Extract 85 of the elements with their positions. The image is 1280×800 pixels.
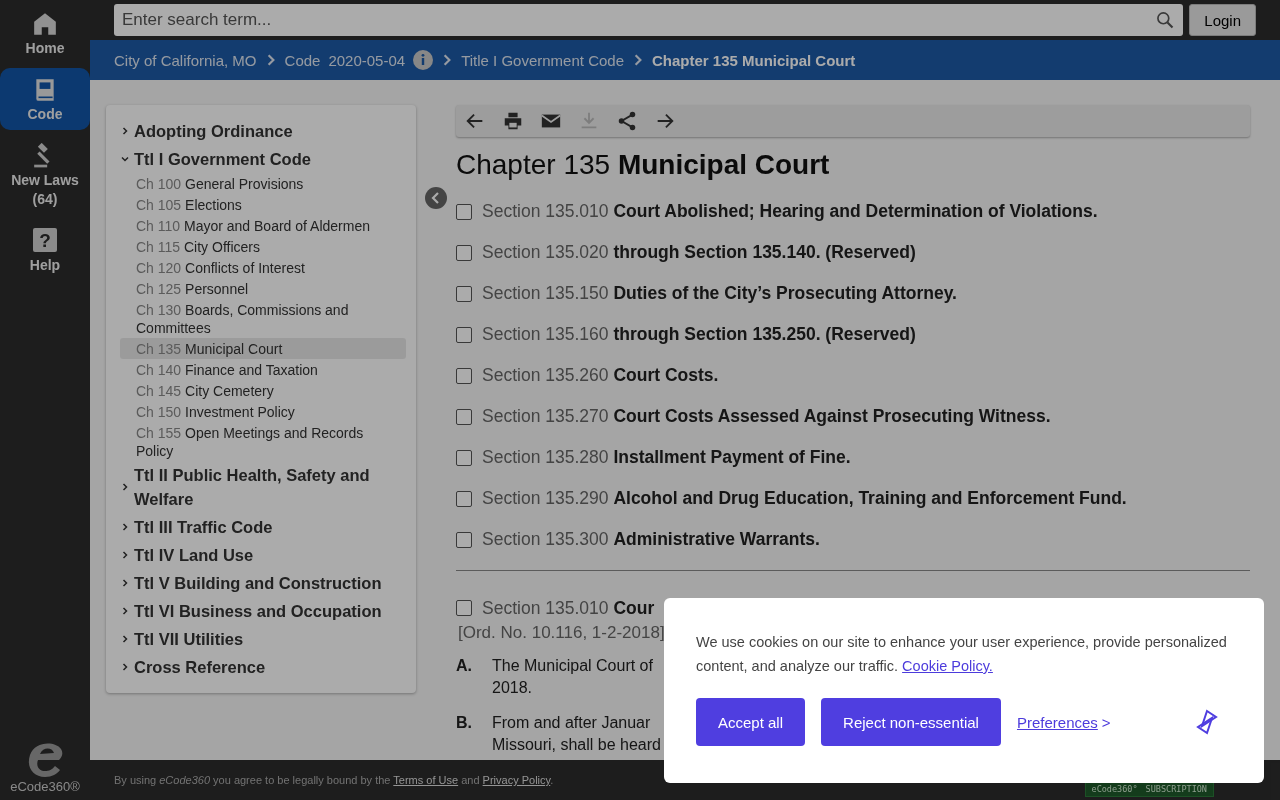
- print-icon[interactable]: [502, 110, 524, 132]
- chevron-text: >: [1101, 713, 1111, 731]
- logo-icon: [1194, 709, 1220, 735]
- terms-link[interactable]: Terms of Use: [393, 774, 459, 786]
- cookie-policy-link[interactable]: Cookie Policy.: [902, 658, 993, 674]
- reject-button[interactable]: Reject non-essential: [821, 698, 1001, 746]
- section-link[interactable]: Section 135.150 Duties of the City’s Prosecuting Attorney.: [482, 283, 957, 304]
- chevron-right-icon[interactable]: [120, 578, 130, 588]
- search-field[interactable]: Enter search term...: [114, 4, 1184, 36]
- checkbox[interactable]: [456, 531, 472, 548]
- accept-button[interactable]: Accept all: [696, 698, 806, 746]
- logo-text: eCode360®: [10, 779, 80, 794]
- toc-title[interactable]: Adopting Ordinance: [120, 117, 406, 145]
- toc-title[interactable]: Ttl II Public Health, Safety and Welfare: [120, 461, 406, 513]
- cookie-text: We use cookies on our site to enhance your user experience, provide personalized content, and analyze our traffic. Cookie Policy.: [696, 633, 1228, 676]
- chapter-link[interactable]: Ch 100 General Provisions: [120, 173, 406, 194]
- section-heading: Section 135.010 Cour: [482, 597, 655, 619]
- checkbox[interactable]: [456, 449, 472, 466]
- section-link[interactable]: Section 135.270 Court Costs Assessed Against Prosecuting Witness.: [482, 406, 1051, 427]
- paragraph-label: B.: [456, 713, 473, 733]
- breadcrumb-link[interactable]: Chapter 135 Municipal Court: [652, 51, 856, 69]
- toc-title[interactable]: Ttl VI Business and Occupation: [120, 597, 406, 625]
- checkbox[interactable]: [456, 600, 472, 616]
- section-link[interactable]: Section 135.300 Administrative Warrants.: [482, 529, 820, 550]
- breadcrumb-link[interactable]: City of California, MO: [114, 51, 257, 69]
- chevron-right-icon[interactable]: [120, 606, 130, 616]
- paragraph-text: The Municipal Court of 2018.: [492, 656, 653, 698]
- breadcrumb-link[interactable]: Code: [284, 51, 321, 69]
- checkbox[interactable]: [456, 244, 472, 261]
- chevron-down-icon[interactable]: [120, 154, 130, 164]
- info-icon[interactable]: [413, 50, 434, 70]
- search-icon[interactable]: [1155, 10, 1176, 30]
- chapter-link[interactable]: Ch 140 Finance and Taxation: [120, 359, 406, 380]
- chapter-link[interactable]: Ch 105 Elections: [120, 194, 406, 215]
- toc-title[interactable]: Cross Reference: [120, 653, 406, 681]
- toc-title[interactable]: Ttl VII Utilities: [120, 625, 406, 653]
- login-button[interactable]: Login: [1189, 4, 1256, 36]
- section-link[interactable]: Section 135.290 Alcohol and Drug Education, Training and Enforcement Fund.: [482, 488, 1127, 509]
- chevron-right-icon[interactable]: [120, 482, 130, 492]
- rail-item[interactable]: New Laws (64): [0, 134, 90, 215]
- history-note: [Ord. No. 10.116, 1-2-2018]: [458, 623, 665, 643]
- checkbox[interactable]: [456, 203, 472, 220]
- chapter-link[interactable]: Ch 120 Conflicts of Interest: [120, 257, 406, 278]
- toc-title[interactable]: Ttl III Traffic Code: [120, 513, 406, 541]
- code-date: 2020-05-04: [328, 51, 406, 69]
- chapter-link[interactable]: Ch 135 Municipal Court: [120, 338, 406, 359]
- rail-item[interactable]: Code: [0, 68, 90, 130]
- chapter-link[interactable]: Ch 110 Mayor and Board of Aldermen: [120, 215, 406, 236]
- share-icon[interactable]: [616, 110, 638, 132]
- section-link[interactable]: Section 135.260 Court Costs.: [482, 365, 719, 386]
- toc-title[interactable]: Ttl V Building and Construction: [120, 569, 406, 597]
- chapter-link[interactable]: Ch 145 City Cemetery: [120, 380, 406, 401]
- paragraph-label: A.: [456, 656, 473, 676]
- chapter-link[interactable]: Ch 130 Boards, Commissions and Committees: [120, 299, 406, 338]
- chevron-right-icon[interactable]: [120, 550, 130, 560]
- legal-notice: By using eCode360 you agree to be legally bound by the Terms of Use and Privacy Policy.: [114, 774, 554, 786]
- paragraph-text: From and after Januar Missouri, shall be heard: [492, 713, 661, 755]
- toc-title[interactable]: Ttl I Government Code: [120, 145, 406, 173]
- chevron-right-icon[interactable]: [120, 634, 130, 644]
- checkbox[interactable]: [456, 408, 472, 425]
- home-icon: [32, 11, 58, 37]
- section-link[interactable]: Section 135.020 through Section 135.140. (Reserved): [482, 242, 916, 263]
- chapter-heading: Chapter 135 Municipal Court: [456, 149, 831, 181]
- chevron-right-icon: [632, 54, 644, 66]
- toc-title[interactable]: Ttl IV Land Use: [120, 541, 406, 569]
- checkbox[interactable]: [456, 490, 472, 507]
- checkbox[interactable]: [456, 285, 472, 302]
- preferences-link[interactable]: Preferences: [1016, 713, 1098, 731]
- collapse-button[interactable]: [425, 187, 447, 209]
- chevron-right-icon[interactable]: [120, 662, 130, 672]
- chapter-link[interactable]: Ch 115 City Officers: [120, 236, 406, 257]
- breadcrumb-link[interactable]: Title I Government Code: [461, 51, 624, 69]
- section-link[interactable]: Section 135.010 Court Abolished; Hearing and Determination of Violations.: [482, 201, 1098, 222]
- checkbox[interactable]: [456, 326, 472, 343]
- chapter-link[interactable]: Ch 155 Open Meetings and Records Policy: [120, 422, 406, 461]
- chevron-right-icon[interactable]: [120, 522, 130, 532]
- chapter-link[interactable]: Ch 125 Personnel: [120, 278, 406, 299]
- section-link[interactable]: Section 135.160 through Section 135.250. (Reserved): [482, 324, 916, 345]
- chapter-link[interactable]: Ch 150 Investment Policy: [120, 401, 406, 422]
- checkbox[interactable]: [456, 367, 472, 384]
- chevron-right-icon[interactable]: [120, 126, 130, 136]
- rail-item[interactable]: Home: [0, 2, 90, 64]
- help-icon: ?: [33, 228, 57, 252]
- section-link[interactable]: Section 135.280 Installment Payment of Fine.: [482, 447, 851, 468]
- rail-item[interactable]: ? Help: [0, 219, 90, 281]
